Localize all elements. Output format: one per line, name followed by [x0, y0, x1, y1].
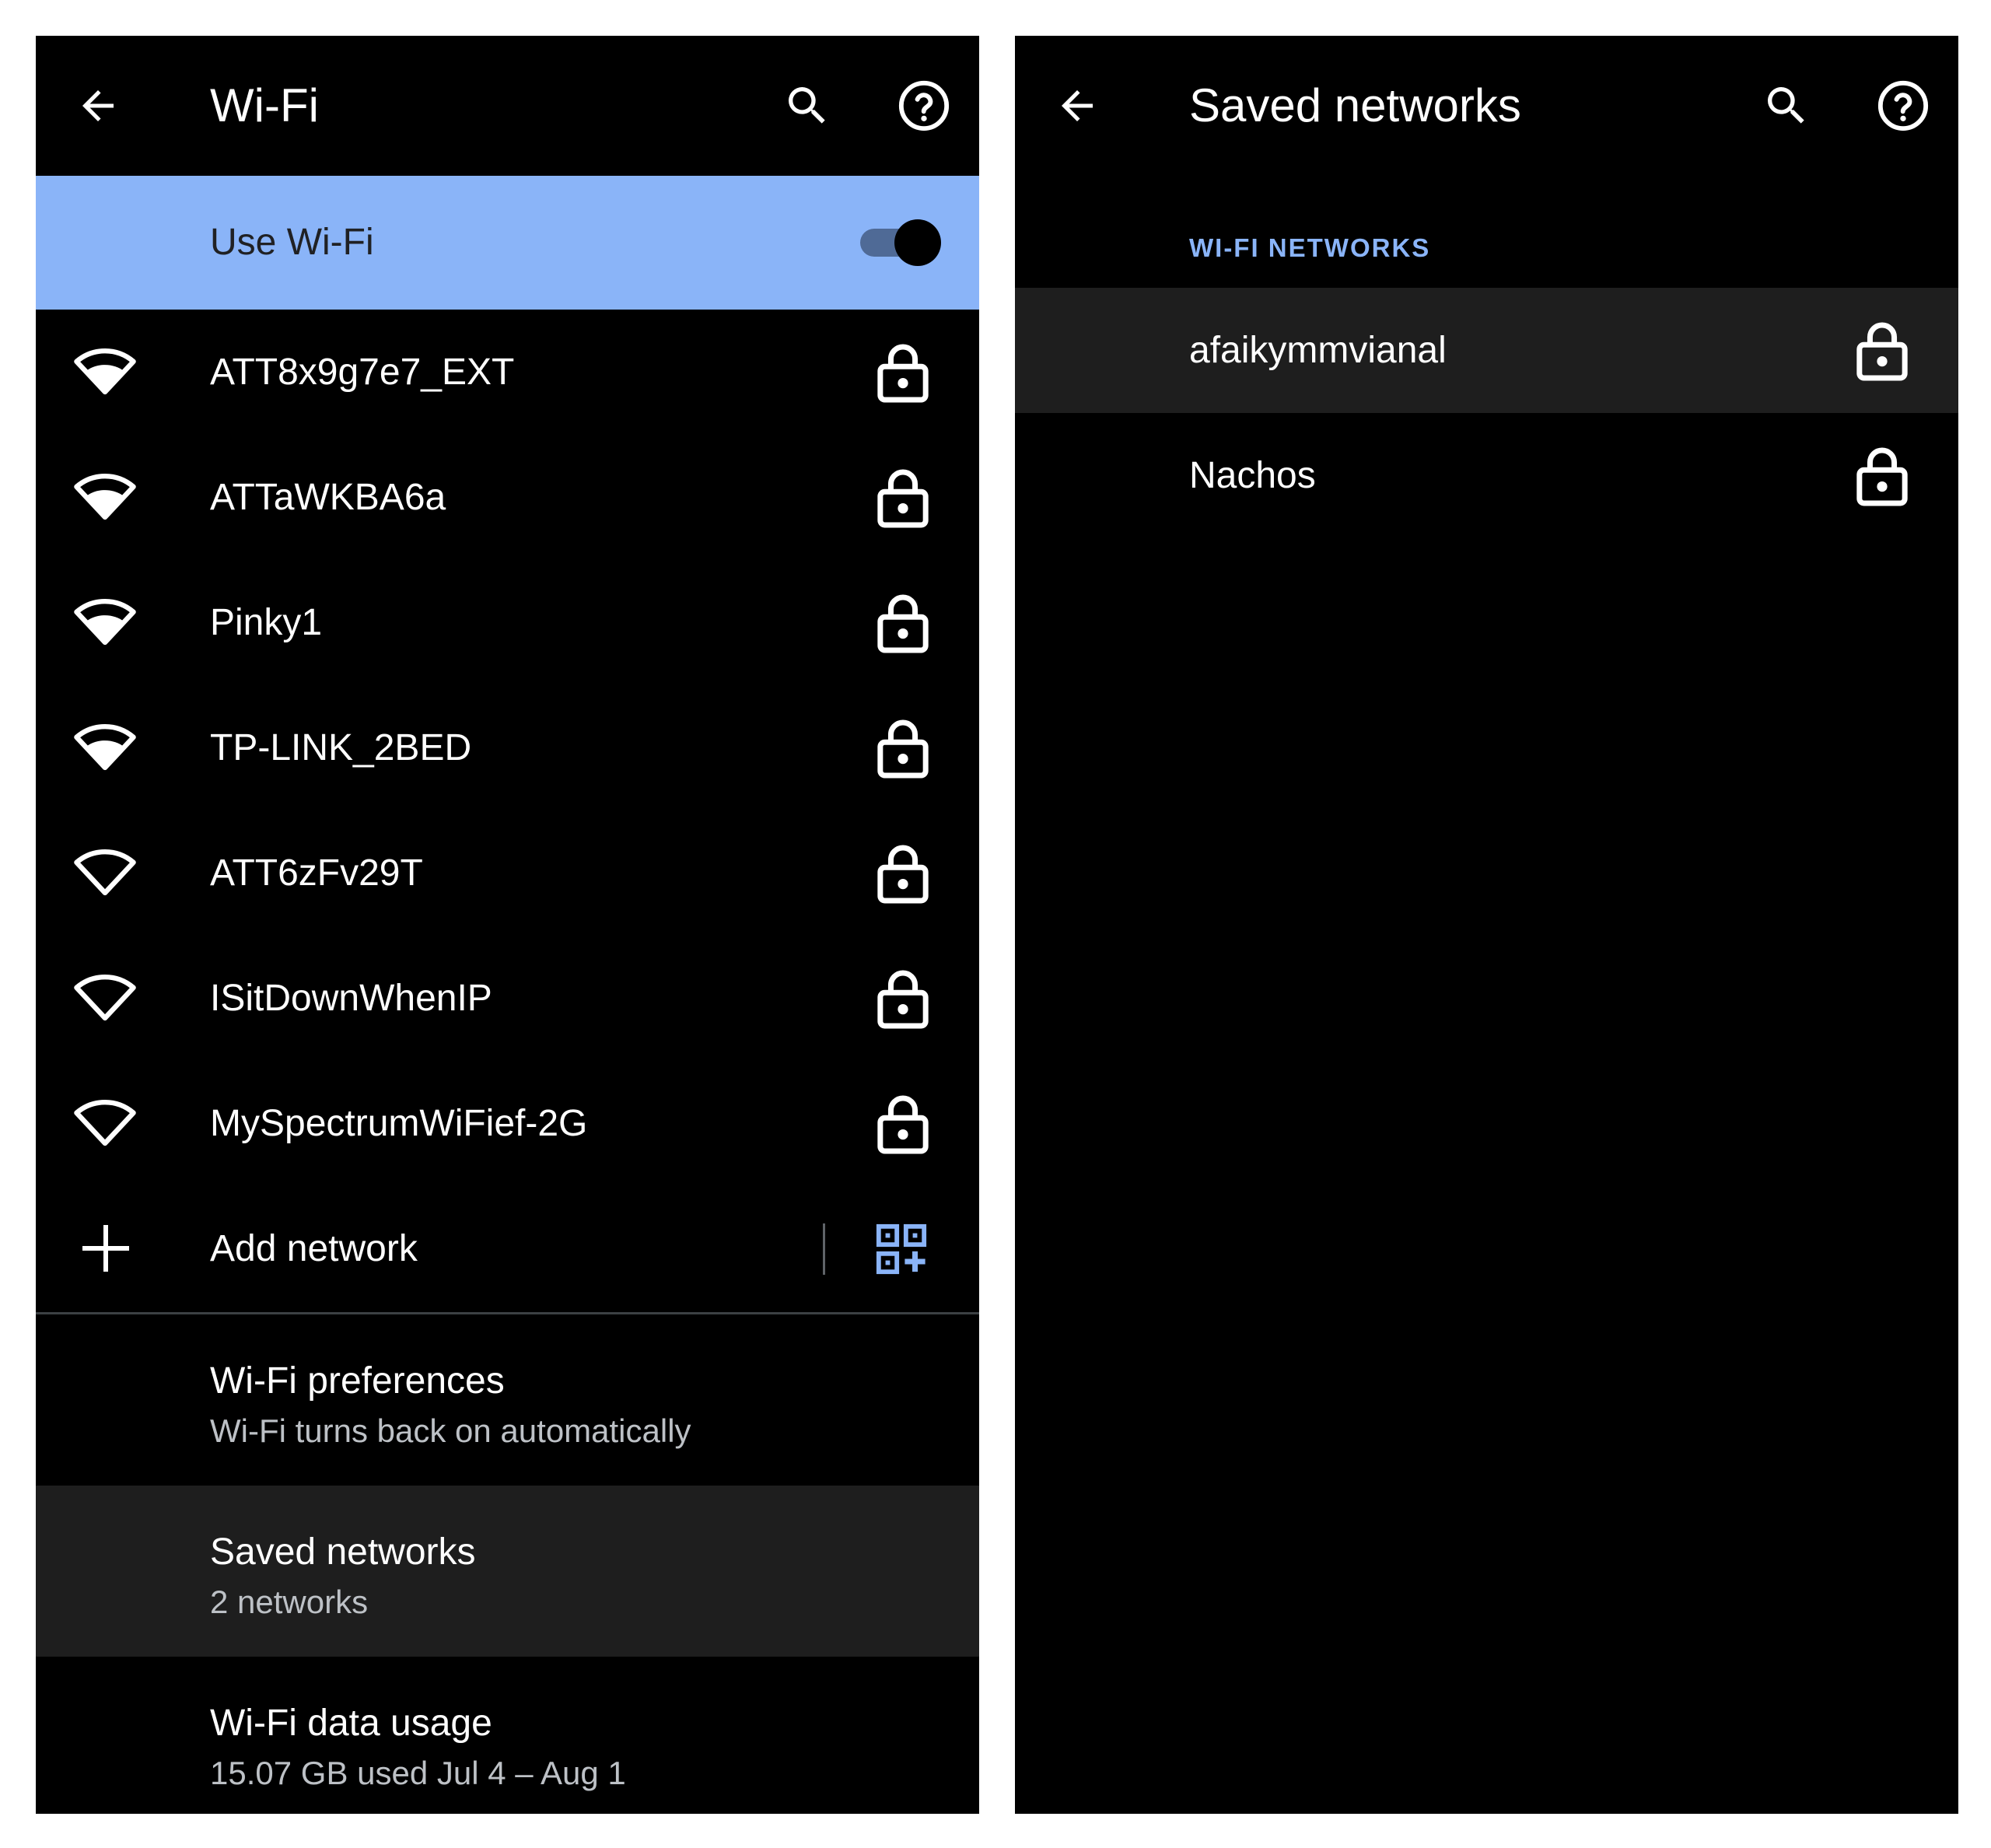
lock-icon — [877, 469, 929, 528]
wifi-preferences-row[interactable]: Wi-Fi preferences Wi-Fi turns back on au… — [36, 1314, 979, 1486]
lock-icon — [877, 1095, 929, 1154]
qr-code-scan-icon[interactable] — [874, 1222, 929, 1276]
search-icon — [1768, 87, 1804, 124]
wifi-signal-empty-icon — [74, 1099, 136, 1146]
network-row[interactable]: MySpectrumWiFief-2G — [36, 1061, 979, 1186]
vertical-divider — [823, 1223, 825, 1275]
wifi-preferences-summary: Wi-Fi turns back on automatically — [210, 1412, 691, 1449]
section-header: WI-FI NETWORKS — [1189, 233, 1431, 262]
wifi-signal-icon — [74, 723, 136, 771]
network-name: Nachos — [1189, 455, 1316, 496]
back-button[interactable] — [1046, 75, 1108, 137]
toggle-thumb — [894, 219, 941, 266]
network-row[interactable]: ATTaWKBA6a — [36, 435, 979, 560]
use-wifi-label: Use Wi-Fi — [210, 222, 374, 263]
search-button[interactable] — [1754, 73, 1819, 138]
add-network-label: Add network — [210, 1228, 418, 1269]
arrow-back-icon — [82, 90, 114, 121]
network-name: ISitDownWhenIP — [210, 978, 492, 1019]
saved-networks-screen: Saved networks WI-FI NETWORKS afaikymmvi… — [1015, 36, 1958, 1814]
wifi-data-usage-title: Wi-Fi data usage — [210, 1703, 492, 1744]
network-row[interactable]: ISitDownWhenIP — [36, 936, 979, 1061]
wifi-signal-icon — [74, 473, 136, 520]
saved-networks-app-bar: Saved networks — [1015, 36, 1958, 176]
lock-icon — [1856, 322, 1908, 381]
wifi-signal-icon — [74, 348, 136, 395]
lock-icon — [877, 719, 929, 779]
lock-icon — [877, 970, 929, 1029]
plus-icon — [82, 1225, 129, 1272]
lock-icon — [1856, 447, 1908, 506]
network-name: ATTaWKBA6a — [210, 477, 446, 518]
saved-networks-row[interactable]: Saved networks 2 networks — [36, 1486, 979, 1657]
wifi-data-usage-row[interactable]: Wi-Fi data usage 15.07 GB used Jul 4 – A… — [36, 1657, 979, 1814]
network-name: ATT6zFv29T — [210, 852, 423, 894]
network-name: MySpectrumWiFief-2G — [210, 1103, 588, 1144]
network-name: afaikymmvianal — [1189, 330, 1447, 371]
network-row[interactable]: Pinky1 — [36, 560, 979, 685]
arrow-back-icon — [1062, 90, 1093, 121]
use-wifi-toggle[interactable] — [856, 215, 941, 271]
wifi-screen: Wi-Fi Use Wi-Fi ATT8x9g7e7_EXT ATTaWKBA6… — [36, 36, 979, 1814]
network-name: Pinky1 — [210, 602, 323, 643]
network-name: TP-LINK_2BED — [210, 727, 472, 768]
help-button[interactable] — [891, 73, 957, 138]
network-row[interactable]: ATT6zFv29T — [36, 810, 979, 936]
use-wifi-row[interactable]: Use Wi-Fi — [36, 176, 979, 310]
wifi-preferences-title: Wi-Fi preferences — [210, 1360, 505, 1402]
wifi-data-usage-summary: 15.07 GB used Jul 4 – Aug 1 — [210, 1755, 626, 1791]
lock-icon — [877, 845, 929, 904]
help-circle-icon — [898, 80, 950, 131]
add-network-row[interactable]: Add network — [36, 1186, 979, 1311]
search-icon — [789, 87, 825, 124]
network-name: ATT8x9g7e7_EXT — [210, 352, 515, 393]
wifi-signal-icon — [74, 598, 136, 646]
saved-network-row[interactable]: afaikymmvianal — [1015, 288, 1958, 413]
wifi-signal-empty-icon — [74, 974, 136, 1021]
wifi-app-bar: Wi-Fi — [36, 36, 979, 176]
page-title: Saved networks — [1189, 79, 1521, 131]
saved-networks-title: Saved networks — [210, 1531, 476, 1573]
help-button[interactable] — [1870, 73, 1936, 138]
back-button[interactable] — [67, 75, 129, 137]
lock-icon — [877, 594, 929, 653]
help-circle-icon — [1877, 80, 1929, 131]
saved-networks-summary: 2 networks — [210, 1584, 369, 1620]
network-row[interactable]: ATT8x9g7e7_EXT — [36, 310, 979, 435]
page-title: Wi-Fi — [210, 79, 319, 131]
network-row[interactable]: TP-LINK_2BED — [36, 685, 979, 810]
saved-network-row[interactable]: Nachos — [1015, 413, 1958, 538]
wifi-signal-empty-icon — [74, 849, 136, 896]
lock-icon — [877, 344, 929, 403]
search-button[interactable] — [775, 73, 840, 138]
